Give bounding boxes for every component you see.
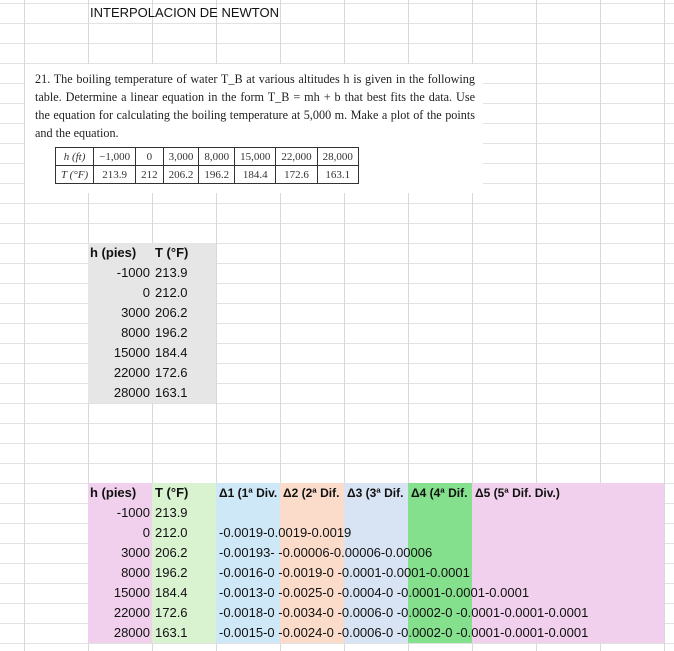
t1-h-cell[interactable]: 3000 [88, 303, 150, 323]
problem-h-cell: 22,000 [275, 147, 318, 166]
t1-h-cell[interactable]: -1000 [88, 263, 150, 283]
t2-diff-cell[interactable]: -0.0016-0 -0.0019-0 -0.0001-0.0001-0.000… [219, 563, 659, 583]
t2-h-cell[interactable]: 28000 [88, 623, 150, 643]
t1-h-cell[interactable]: 8000 [88, 323, 150, 343]
t2-header-t[interactable]: T (°F) [155, 483, 215, 503]
t1-header-t[interactable]: T (°F) [155, 243, 215, 263]
t1-t-cell[interactable]: 206.2 [155, 303, 215, 323]
problem-statement: 21. The boiling temperature of water T_B… [35, 72, 475, 140]
t2-t-cell[interactable]: 213.9 [155, 503, 215, 523]
problem-data-table: h (ft) −1,000 0 3,000 8,000 15,000 22,00… [54, 147, 359, 184]
problem-t-cell: 206.2 [162, 165, 200, 184]
t1-t-cell[interactable]: 213.9 [155, 263, 215, 283]
t2-header-d3[interactable]: Δ3 (3ª Dif. [347, 483, 410, 503]
t1-t-cell[interactable]: 172.6 [155, 363, 215, 383]
problem-image[interactable]: 21. The boiling temperature of water T_B… [25, 64, 483, 193]
t2-t-cell[interactable]: 196.2 [155, 563, 215, 583]
t2-diff-cell[interactable]: -0.00193- -0.00006-0.00006-0.00006 [219, 543, 659, 563]
t2-header-d4[interactable]: Δ4 (4ª Dif. [411, 483, 474, 503]
t2-h-cell[interactable]: 0 [88, 523, 150, 543]
t1-h-cell[interactable]: 22000 [88, 363, 150, 383]
problem-row-t: T (°F) 213.9 212 206.2 196.2 184.4 172.6… [54, 165, 359, 184]
t2-h-cell[interactable]: -1000 [88, 503, 150, 523]
t2-header-d2[interactable]: Δ2 (2ª Dif. [283, 483, 346, 503]
t2-diff-cell[interactable]: -0.0018-0 -0.0034-0 -0.0006-0 -0.0002-0 … [219, 603, 659, 623]
t2-h-cell[interactable]: 22000 [88, 603, 150, 623]
t1-h-cell[interactable]: 28000 [88, 383, 150, 403]
problem-t-cell: 196.2 [198, 165, 236, 184]
problem-h-cell: 15,000 [234, 147, 277, 166]
problem-h-label: h (ft) [54, 147, 95, 166]
t2-t-cell[interactable]: 163.1 [155, 623, 215, 643]
t2-h-cell[interactable]: 15000 [88, 583, 150, 603]
t2-diff-cell[interactable]: -0.0013-0 -0.0025-0 -0.0004-0 -0.0001-0.… [219, 583, 659, 603]
t2-header-d5[interactable]: Δ5 (5ª Dif. Div.) [475, 483, 655, 503]
problem-h-cell: −1,000 [93, 147, 137, 166]
t2-t-cell[interactable]: 172.6 [155, 603, 215, 623]
t2-h-cell[interactable]: 3000 [88, 543, 150, 563]
t2-diff-cell[interactable]: -0.0015-0 -0.0024-0 -0.0006-0 -0.0002-0 … [219, 623, 659, 643]
problem-t-cell: 172.6 [275, 165, 318, 184]
t2-header-h[interactable]: h (pies) [90, 483, 152, 503]
t2-diff-cell[interactable]: -0.0019-0.0019-0.0019 [219, 523, 659, 543]
problem-h-cell: 0 [135, 147, 164, 166]
problem-t-cell: 163.1 [316, 165, 359, 184]
problem-h-cell: 28,000 [316, 147, 359, 166]
t1-t-cell[interactable]: 184.4 [155, 343, 215, 363]
t1-h-cell[interactable]: 0 [88, 283, 150, 303]
problem-h-cell: 3,000 [162, 147, 200, 166]
problem-h-cell: 8,000 [198, 147, 236, 166]
t2-diff-cell[interactable] [219, 503, 659, 523]
t1-h-cell[interactable]: 15000 [88, 343, 150, 363]
t2-h-cell[interactable]: 8000 [88, 563, 150, 583]
t2-t-cell[interactable]: 184.4 [155, 583, 215, 603]
problem-t-cell: 212 [135, 165, 164, 184]
problem-t-cell: 213.9 [93, 165, 137, 184]
t1-t-cell[interactable]: 163.1 [155, 383, 215, 403]
t1-header-h[interactable]: h (pies) [90, 243, 152, 263]
t1-t-cell[interactable]: 212.0 [155, 283, 215, 303]
sheet-title[interactable]: INTERPOLACION DE NEWTON [90, 3, 290, 23]
problem-row-h: h (ft) −1,000 0 3,000 8,000 15,000 22,00… [54, 147, 359, 166]
t1-t-cell[interactable]: 196.2 [155, 323, 215, 343]
t2-t-cell[interactable]: 212.0 [155, 523, 215, 543]
t2-t-cell[interactable]: 206.2 [155, 543, 215, 563]
problem-t-cell: 184.4 [234, 165, 277, 184]
t2-header-d1[interactable]: Δ1 (1ª Div. [219, 483, 282, 503]
problem-t-label: T (°F) [54, 165, 95, 184]
